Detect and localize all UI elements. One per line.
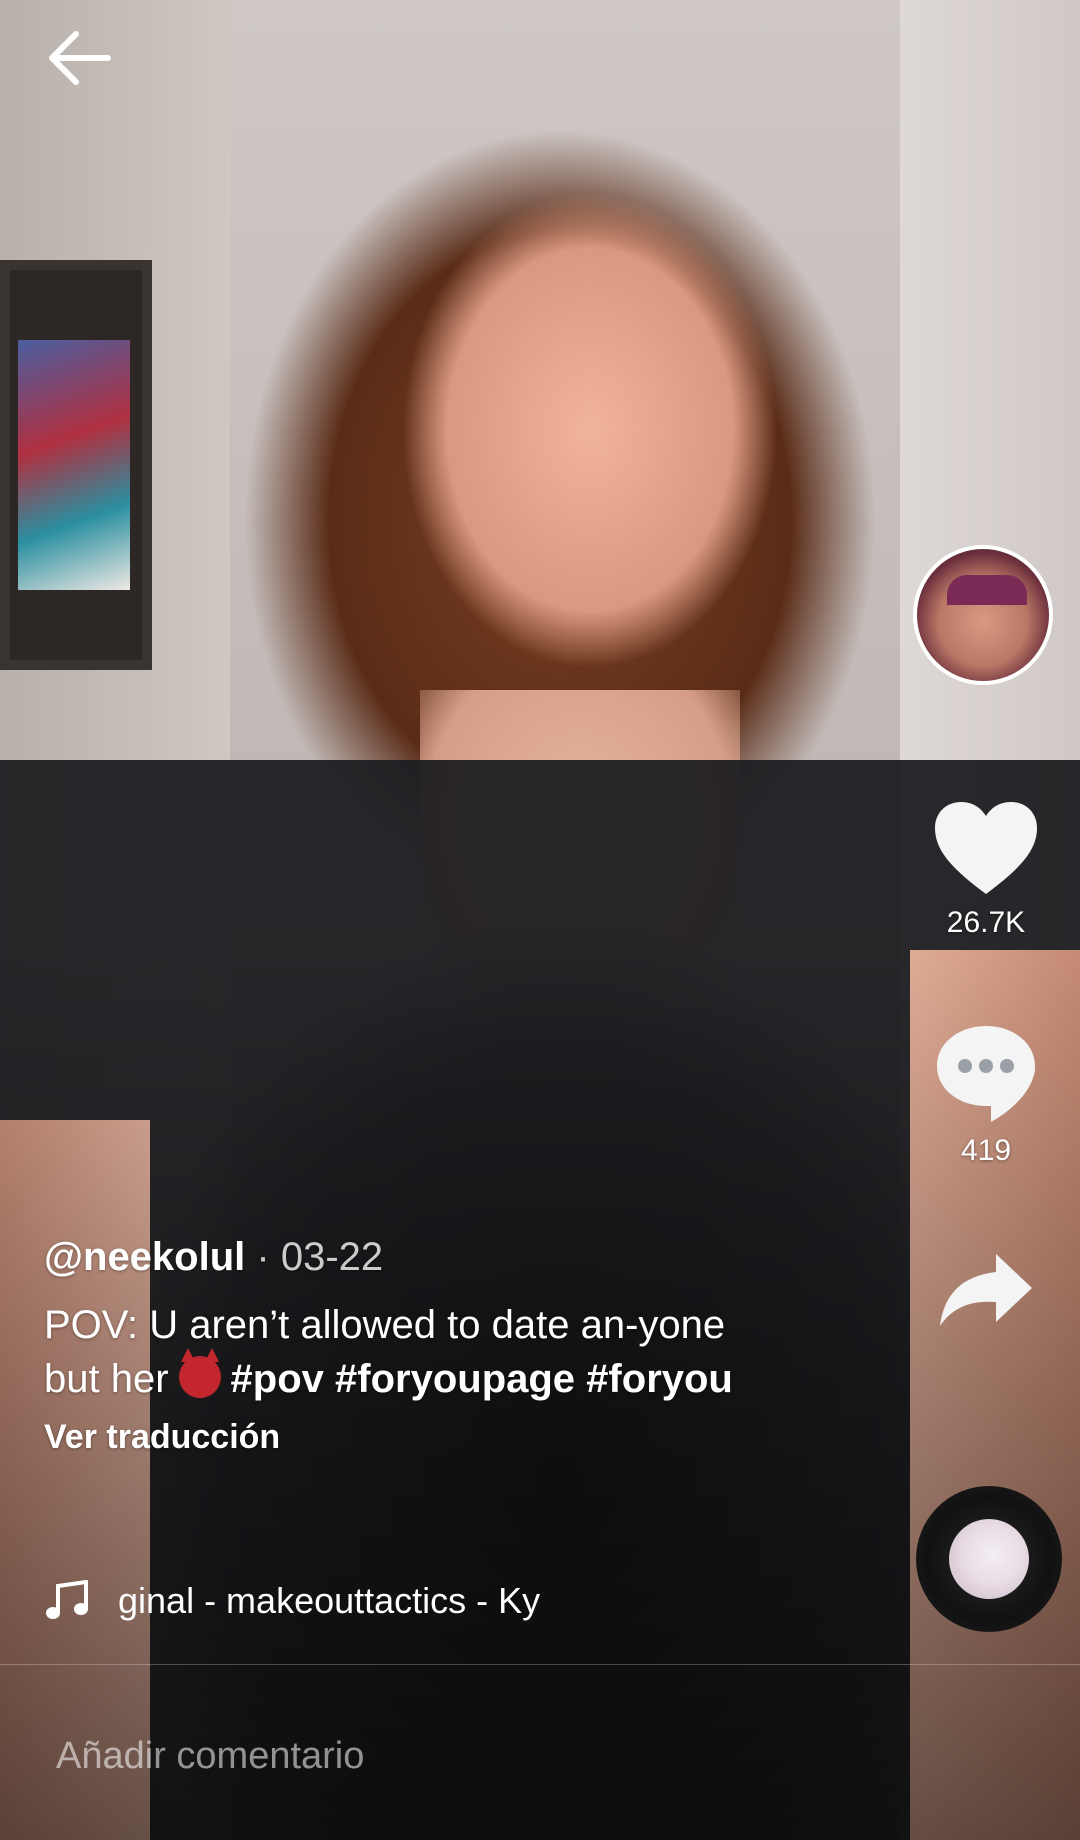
author-handle[interactable]: @neekolul (44, 1235, 245, 1279)
hashtag-foryou[interactable]: #foryou (586, 1357, 733, 1401)
author-line: @neekolul · 03-22 (44, 1232, 844, 1282)
like-button[interactable]: 26.7K (911, 798, 1061, 940)
translate-link[interactable]: Ver traducción (44, 1418, 844, 1457)
caption-text-block: POV: U aren’t allowed to date an-yone bu… (44, 1298, 764, 1406)
video-caption: @neekolul · 03-22 POV: U aren’t allowed … (44, 1232, 844, 1457)
arrow-left-icon (49, 31, 111, 85)
comment-button[interactable]: 419 (911, 1020, 1061, 1168)
music-note-icon (46, 1580, 88, 1619)
creator-avatar[interactable] (913, 545, 1053, 685)
caption-separator: · (245, 1235, 281, 1279)
video-player[interactable]: 26.7K 419 @neekolul · 03-22 POV: U aren’… (0, 0, 1080, 1840)
share-arrow-icon (940, 1254, 1032, 1326)
sound-disc-icon (949, 1519, 1029, 1599)
comment-bubble-icon (937, 1026, 1035, 1122)
like-count: 26.7K (946, 906, 1026, 939)
heart-icon (935, 802, 1037, 894)
comment-input[interactable] (54, 1725, 958, 1787)
post-date: 03-22 (280, 1235, 384, 1279)
comment-bar (0, 1665, 1080, 1840)
music-title: ginal - makeouttactics - Ky (118, 1580, 541, 1621)
share-button[interactable] (911, 1250, 1061, 1330)
hashtag-foryoupage[interactable]: #foryoupage (335, 1357, 575, 1401)
hashtag-pov[interactable]: #pov (231, 1357, 324, 1401)
video-wall-picture (0, 260, 152, 670)
comment-count: 419 (960, 1134, 1012, 1167)
music-info[interactable]: ginal - makeouttactics - Ky (44, 1576, 604, 1626)
back-button[interactable] (46, 28, 116, 88)
sound-disc-button[interactable] (916, 1486, 1062, 1632)
devil-emoji-icon (178, 1348, 221, 1398)
